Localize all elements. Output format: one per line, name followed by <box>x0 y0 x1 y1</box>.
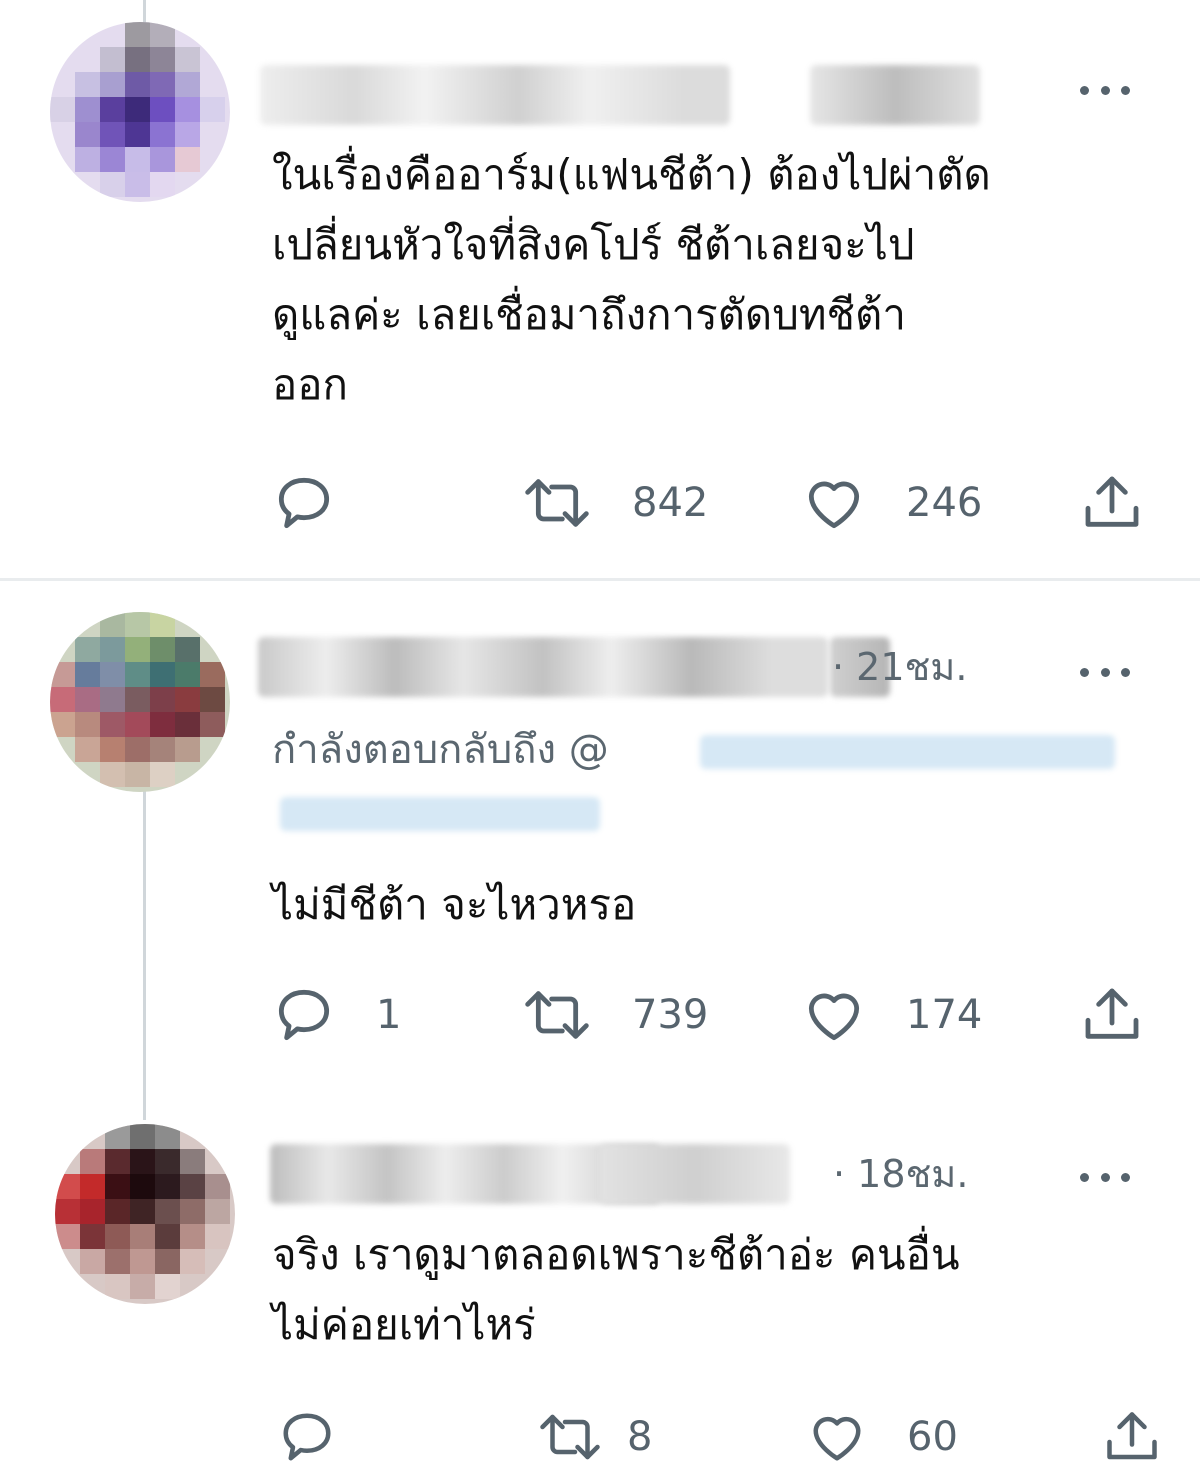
tweet-text: ไม่มีชีต้า จะไหวหรอ <box>272 880 637 929</box>
display-name-blurred[interactable] <box>260 65 730 125</box>
retweet-button[interactable]: 8 <box>537 1402 652 1472</box>
more-dots-icon[interactable] <box>1080 80 1130 100</box>
retweet-arrows-icon <box>525 479 589 527</box>
retweet-count: 739 <box>632 992 709 1038</box>
tweet[interactable]: · 18ชม. จริง เราดูมาตลอดเพราะชีต้าอ่ะ คน… <box>0 1102 1200 1476</box>
like-count: 174 <box>906 992 983 1038</box>
avatar[interactable] <box>55 1124 235 1304</box>
like-count: 60 <box>907 1414 958 1460</box>
tweet-header: · 18ชม. <box>250 1144 1130 1204</box>
speech-bubble-icon <box>278 989 330 1041</box>
tweet-actions: 842 246 <box>272 468 1152 538</box>
tweet-header <box>250 65 1130 125</box>
tweet-actions: 1 739 174 <box>272 980 1152 1050</box>
tweet-actions: 8 60 <box>272 1402 1157 1472</box>
replying-to: กำลังตอบกลับถึง @ <box>272 720 609 780</box>
handle-blurred[interactable] <box>600 1144 790 1204</box>
speech-bubble-icon <box>283 1413 331 1461</box>
more-dots-icon[interactable] <box>1080 662 1130 682</box>
more-dots-icon[interactable] <box>1080 1167 1130 1187</box>
reply-button[interactable]: 1 <box>272 980 401 1050</box>
share-upload-icon <box>1107 1412 1157 1460</box>
retweet-arrows-icon <box>525 991 589 1039</box>
heart-icon <box>813 1416 861 1461</box>
retweet-count: 8 <box>627 1414 653 1460</box>
handle-blurred[interactable] <box>810 65 980 125</box>
like-count: 246 <box>906 480 983 526</box>
like-button[interactable]: 60 <box>807 1402 958 1472</box>
like-button[interactable]: 246 <box>802 468 982 538</box>
timestamp[interactable]: · 18ชม. <box>833 1144 968 1204</box>
tweet[interactable]: ในเรื่องคืออาร์ม(แฟนชีต้า) ต้องไปผ่าตัด … <box>0 0 1200 580</box>
speech-bubble-icon <box>278 477 330 529</box>
mention-link-blurred[interactable] <box>700 735 1115 769</box>
replying-to-label: กำลังตอบกลับถึง @ <box>272 727 609 773</box>
tweet-text: จริง เราดูมาตลอดเพราะชีต้าอ่ะ คนอื่น ไม่… <box>272 1230 960 1349</box>
tweet-text: ในเรื่องคืออาร์ม(แฟนชีต้า) ต้องไปผ่าตัด … <box>272 150 991 409</box>
share-button[interactable] <box>1102 1402 1162 1472</box>
display-name-blurred[interactable] <box>258 637 828 697</box>
retweet-count: 842 <box>632 480 709 526</box>
share-button[interactable] <box>1080 980 1144 1050</box>
share-upload-icon <box>1085 988 1139 1039</box>
avatar[interactable] <box>50 22 230 202</box>
timestamp[interactable]: · 21ชม. <box>832 637 967 697</box>
reply-count: 1 <box>376 992 402 1038</box>
reply-button[interactable] <box>277 1402 377 1472</box>
tweet[interactable]: · 21ชม. กำลังตอบกลับถึง @ ไม่มีชีต้า จะไ… <box>0 582 1200 1102</box>
retweet-button[interactable]: 739 <box>522 980 708 1050</box>
avatar[interactable] <box>50 612 230 792</box>
heart-icon <box>808 993 860 1041</box>
mention-link-blurred[interactable] <box>280 797 600 831</box>
share-upload-icon <box>1085 476 1139 527</box>
divider <box>0 578 1200 581</box>
retweet-button[interactable]: 842 <box>522 468 708 538</box>
heart-icon <box>808 481 860 529</box>
reply-button[interactable] <box>272 468 376 538</box>
like-button[interactable]: 174 <box>802 980 982 1050</box>
retweet-arrows-icon <box>540 1414 600 1460</box>
share-button[interactable] <box>1080 468 1144 538</box>
tweet-header: · 21ชม. <box>250 637 1130 697</box>
